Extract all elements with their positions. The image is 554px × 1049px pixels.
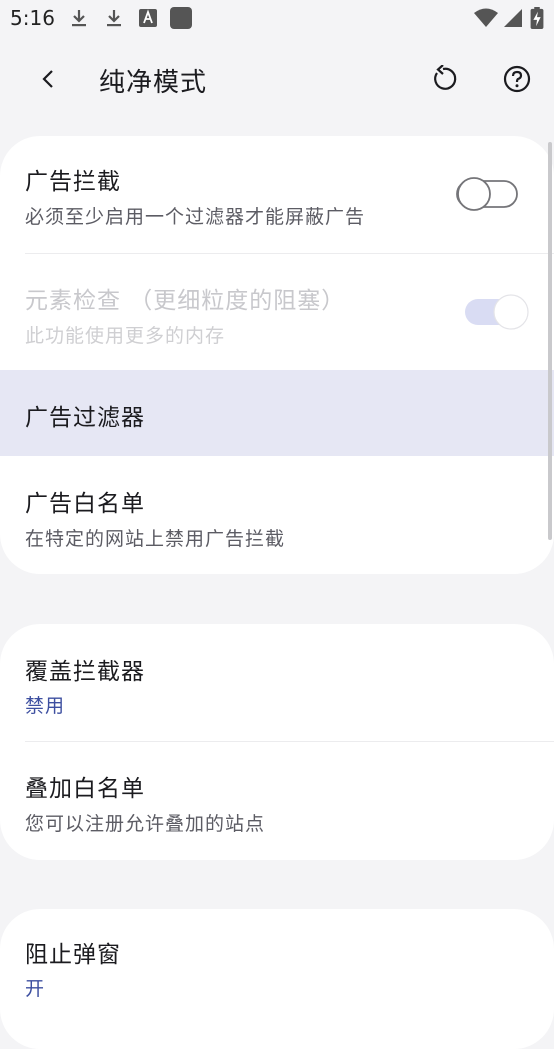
block-popups-value: 开 xyxy=(25,978,46,1000)
app-square-icon xyxy=(170,7,192,29)
ad-filters-title: 广告过滤器 xyxy=(25,405,145,431)
back-button[interactable] xyxy=(28,58,70,100)
ad-block-row[interactable]: 广告拦截 必须至少启用一个过滤器才能屏蔽广告 xyxy=(0,136,554,254)
overlay-whitelist-subtitle: 您可以注册允许叠加的站点 xyxy=(25,813,266,835)
status-bar: 5:16 xyxy=(0,0,554,36)
ad-block-title: 广告拦截 xyxy=(25,169,121,195)
wifi-icon xyxy=(474,8,498,27)
help-icon xyxy=(503,65,531,93)
overlay-blocker-title: 覆盖拦截器 xyxy=(25,659,145,685)
ad-whitelist-row[interactable]: 广告白名单 在特定的网站上禁用广告拦截 xyxy=(0,456,554,574)
block-popups-title: 阻止弹窗 xyxy=(25,942,121,968)
reset-button[interactable] xyxy=(422,58,464,100)
element-inspect-subtitle: 此功能使用更多的内存 xyxy=(25,325,226,347)
battery-charging-icon xyxy=(530,7,544,29)
overlay-whitelist-title: 叠加白名单 xyxy=(25,776,145,802)
download-icon xyxy=(72,10,86,27)
overlay-card: 覆盖拦截器 禁用 叠加白名单 您可以注册允许叠加的站点 xyxy=(0,624,554,860)
ad-block-subtitle: 必须至少启用一个过滤器才能屏蔽广告 xyxy=(25,206,366,228)
popup-card: 阻止弹窗 开 xyxy=(0,909,554,1049)
app-bar: 纯净模式 xyxy=(0,44,554,116)
ad-filters-row[interactable]: 广告过滤器 xyxy=(0,370,554,456)
page-title: 纯净模式 xyxy=(99,68,208,98)
element-inspect-title: 元素检查 （更细粒度的阻塞） xyxy=(25,288,346,314)
ad-whitelist-title: 广告白名单 xyxy=(25,491,145,517)
signal-icon xyxy=(504,9,522,27)
overlay-blocker-value: 禁用 xyxy=(25,695,66,717)
element-inspect-toggle xyxy=(465,294,529,330)
scrollbar[interactable] xyxy=(548,142,552,540)
ad-block-toggle[interactable] xyxy=(455,174,519,214)
element-inspect-row: 元素检查 （更细粒度的阻塞） 此功能使用更多的内存 xyxy=(0,254,554,370)
text-a-icon xyxy=(139,9,157,27)
help-button[interactable] xyxy=(496,58,538,100)
reset-icon xyxy=(434,65,457,90)
ad-whitelist-subtitle: 在特定的网站上禁用广告拦截 xyxy=(25,528,286,550)
download-icon xyxy=(107,10,121,27)
ad-block-card: 广告拦截 必须至少启用一个过滤器才能屏蔽广告 元素检查 （更细粒度的阻塞） 此功… xyxy=(0,136,554,574)
overlay-whitelist-row[interactable]: 叠加白名单 您可以注册允许叠加的站点 xyxy=(0,742,554,860)
status-time: 5:16 xyxy=(10,6,55,30)
back-icon xyxy=(42,70,53,88)
block-popups-row[interactable]: 阻止弹窗 开 xyxy=(0,909,554,1027)
overlay-blocker-row[interactable]: 覆盖拦截器 禁用 xyxy=(0,624,554,741)
